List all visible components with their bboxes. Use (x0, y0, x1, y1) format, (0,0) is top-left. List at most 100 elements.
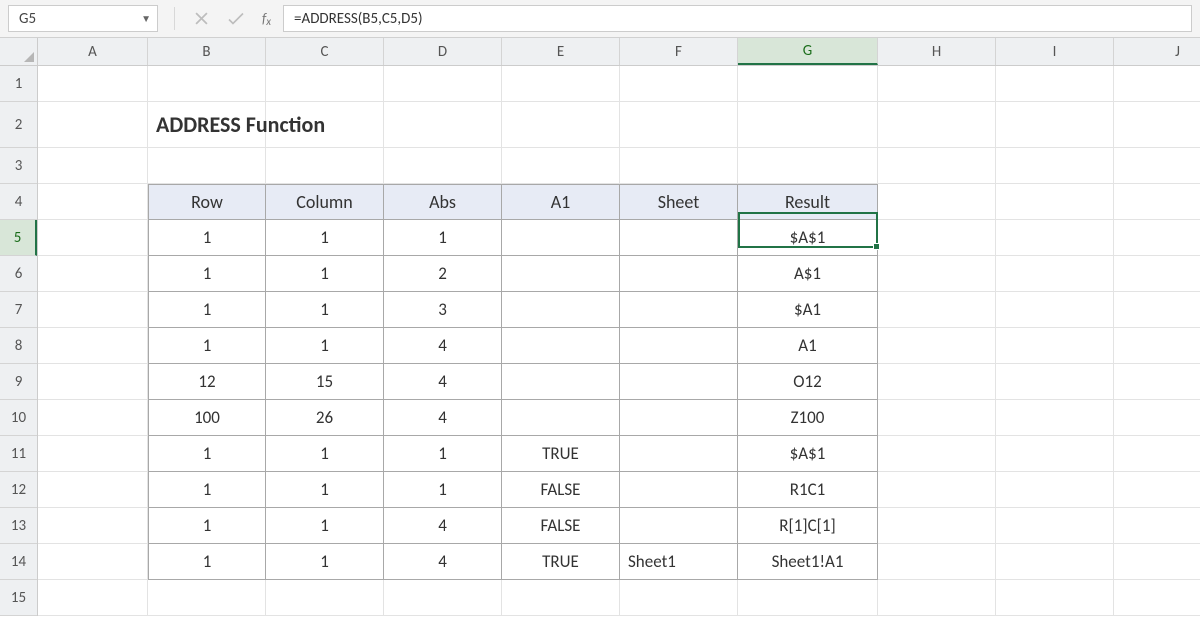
cell[interactable]: 1 (148, 220, 266, 256)
enter-icon[interactable] (228, 12, 244, 25)
cell[interactable]: 3 (384, 292, 502, 328)
cell[interactable]: 1 (266, 472, 384, 508)
formula-input[interactable]: =ADDRESS(B5,C5,D5) (283, 5, 1192, 32)
cell[interactable]: O12 (738, 364, 878, 400)
column-header[interactable]: D (384, 38, 502, 65)
row-header[interactable]: 13 (0, 508, 37, 544)
cell[interactable]: 1 (148, 256, 266, 292)
row-header[interactable]: 4 (0, 184, 37, 220)
row-header[interactable]: 14 (0, 544, 37, 580)
cell[interactable]: $A$1 (738, 220, 878, 256)
cell[interactable]: FALSE (502, 508, 620, 544)
grid[interactable]: A B C D E F G H I J ADDRESS Function (38, 38, 1200, 630)
cell[interactable]: 1 (266, 508, 384, 544)
cell[interactable]: TRUE (502, 544, 620, 580)
col-header: Abs (384, 184, 502, 220)
cell[interactable] (502, 256, 620, 292)
cell[interactable]: 1 (266, 220, 384, 256)
cell[interactable]: Sheet1!A1 (738, 544, 878, 580)
row-header[interactable]: 3 (0, 148, 37, 184)
cell[interactable]: Z100 (738, 400, 878, 436)
cell[interactable]: 1 (384, 220, 502, 256)
chevron-down-icon[interactable]: ▼ (141, 12, 151, 25)
row-header[interactable]: 2 (0, 102, 37, 148)
cell[interactable]: 1 (266, 292, 384, 328)
cell[interactable]: 100 (148, 400, 266, 436)
cell[interactable]: 4 (384, 400, 502, 436)
col-header: A1 (502, 184, 620, 220)
cell[interactable] (502, 292, 620, 328)
cell[interactable]: 4 (384, 544, 502, 580)
cell[interactable]: 1 (148, 436, 266, 472)
cell[interactable] (620, 472, 738, 508)
column-header[interactable]: E (502, 38, 620, 65)
cell[interactable]: Sheet1 (620, 544, 738, 580)
cell[interactable]: 4 (384, 508, 502, 544)
table-row: 114FALSER[1]C[1] (38, 508, 1200, 544)
cell[interactable] (620, 400, 738, 436)
row-header[interactable]: 12 (0, 472, 37, 508)
cell[interactable]: FALSE (502, 472, 620, 508)
row-header[interactable]: 5 (0, 220, 37, 256)
cell[interactable]: 1 (148, 292, 266, 328)
column-header[interactable]: A (38, 38, 148, 65)
column-header[interactable]: H (878, 38, 996, 65)
row-header[interactable]: 9 (0, 364, 37, 400)
cancel-icon[interactable] (195, 12, 208, 25)
cell[interactable] (620, 364, 738, 400)
name-box[interactable]: G5 ▼ (8, 5, 158, 32)
cell[interactable] (502, 400, 620, 436)
cell[interactable] (620, 328, 738, 364)
cell[interactable]: 4 (384, 328, 502, 364)
row-header[interactable]: 7 (0, 292, 37, 328)
insert-function-button[interactable]: fx (254, 0, 279, 37)
cell[interactable]: 1 (148, 544, 266, 580)
cell[interactable] (620, 292, 738, 328)
cell[interactable]: 1 (266, 544, 384, 580)
cell[interactable]: 1 (266, 256, 384, 292)
cell[interactable]: 2 (384, 256, 502, 292)
cell[interactable]: 1 (266, 328, 384, 364)
cell[interactable]: 1 (384, 472, 502, 508)
cell[interactable]: 1 (148, 508, 266, 544)
row-header[interactable]: 15 (0, 580, 37, 616)
cell[interactable]: 26 (266, 400, 384, 436)
column-header[interactable]: F (620, 38, 738, 65)
cell[interactable]: $A$1 (738, 436, 878, 472)
cell[interactable] (620, 220, 738, 256)
cell[interactable] (620, 256, 738, 292)
row-header[interactable]: 6 (0, 256, 37, 292)
table-row: 111TRUE$A$1 (38, 436, 1200, 472)
cell[interactable] (502, 364, 620, 400)
cell[interactable] (502, 220, 620, 256)
cell[interactable]: R1C1 (738, 472, 878, 508)
cell[interactable] (502, 328, 620, 364)
cell[interactable]: TRUE (502, 436, 620, 472)
cell[interactable]: 1 (148, 472, 266, 508)
row-header[interactable]: 1 (0, 66, 37, 102)
cell[interactable]: 1 (148, 328, 266, 364)
cell[interactable] (620, 436, 738, 472)
cell[interactable] (620, 508, 738, 544)
cell[interactable]: A$1 (738, 256, 878, 292)
column-header[interactable]: G (738, 38, 878, 65)
row-header[interactable]: 11 (0, 436, 37, 472)
cell[interactable]: 1 (384, 436, 502, 472)
row-header[interactable]: 10 (0, 400, 37, 436)
row-header[interactable]: 8 (0, 328, 37, 364)
cell[interactable]: 15 (266, 364, 384, 400)
cell[interactable]: 12 (148, 364, 266, 400)
cell[interactable]: 4 (384, 364, 502, 400)
column-header[interactable]: J (1114, 38, 1200, 65)
cell[interactable]: 1 (266, 436, 384, 472)
column-header[interactable]: B (148, 38, 266, 65)
column-header[interactable]: I (996, 38, 1114, 65)
table-row: 100264 Z100 (38, 400, 1200, 436)
cell[interactable]: R[1]C[1] (738, 508, 878, 544)
column-header[interactable]: C (266, 38, 384, 65)
worksheet: 1 2 3 4 5 6 7 8 9 10 11 12 13 14 15 A B … (0, 38, 1200, 630)
cell[interactable]: A1 (738, 328, 878, 364)
formula-text: =ADDRESS(B5,C5,D5) (294, 10, 423, 28)
select-all-corner[interactable] (0, 38, 38, 66)
cell[interactable]: $A1 (738, 292, 878, 328)
